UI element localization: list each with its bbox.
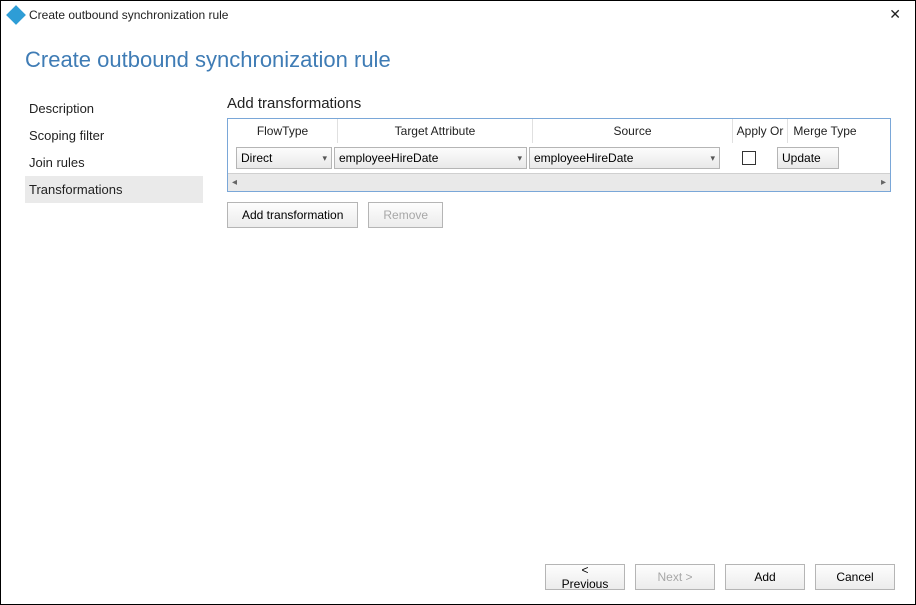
- source-dropdown[interactable]: employeeHireDate ▾: [529, 147, 720, 169]
- sidebar-item-transformations[interactable]: Transformations: [25, 176, 203, 203]
- cancel-button[interactable]: Cancel: [815, 564, 895, 590]
- window-title: Create outbound synchronization rule: [29, 8, 883, 22]
- flowtype-dropdown[interactable]: Direct ▾: [236, 147, 332, 169]
- chevron-down-icon: ▾: [517, 153, 522, 164]
- merge-type-dropdown[interactable]: Update: [777, 147, 839, 169]
- table-row[interactable]: Direct ▾ employeeHireDate ▾ employeeHire…: [228, 143, 890, 173]
- app-icon: [6, 5, 26, 25]
- page-title: Create outbound synchronization rule: [25, 47, 891, 73]
- scroll-left-icon[interactable]: ◂: [232, 177, 237, 188]
- sidebar-item-join-rules[interactable]: Join rules: [25, 149, 203, 176]
- sidebar: Description Scoping filter Join rules Tr…: [25, 95, 203, 228]
- section-title: Add transformations: [227, 95, 891, 112]
- chevron-down-icon: ▾: [710, 153, 715, 164]
- apply-once-cell: [722, 151, 775, 165]
- col-flowtype[interactable]: FlowType: [228, 119, 338, 143]
- add-transformation-button[interactable]: Add transformation: [227, 202, 358, 228]
- content: Create outbound synchronization rule Des…: [1, 29, 915, 228]
- previous-button[interactable]: < Previous: [545, 564, 625, 590]
- add-button[interactable]: Add: [725, 564, 805, 590]
- apply-once-checkbox[interactable]: [742, 151, 756, 165]
- sidebar-item-description[interactable]: Description: [25, 95, 203, 122]
- merge-type-value: Update: [782, 151, 821, 165]
- remove-button[interactable]: Remove: [368, 202, 443, 228]
- target-attribute-value: employeeHireDate: [339, 151, 515, 165]
- close-icon[interactable]: ✕: [883, 4, 907, 25]
- next-button[interactable]: Next >: [635, 564, 715, 590]
- col-merge-type[interactable]: Merge Type: [788, 119, 862, 143]
- col-apply-once[interactable]: Apply Or: [733, 119, 788, 143]
- transformations-table: FlowType Target Attribute Source Apply O…: [227, 118, 891, 192]
- titlebar: Create outbound synchronization rule ✕: [1, 1, 915, 29]
- col-target-attribute[interactable]: Target Attribute: [338, 119, 533, 143]
- wizard-footer: < Previous Next > Add Cancel: [545, 564, 895, 590]
- target-attribute-dropdown[interactable]: employeeHireDate ▾: [334, 147, 527, 169]
- flowtype-value: Direct: [241, 151, 320, 165]
- sidebar-item-scoping-filter[interactable]: Scoping filter: [25, 122, 203, 149]
- source-value: employeeHireDate: [534, 151, 708, 165]
- action-row: Add transformation Remove: [227, 202, 891, 228]
- chevron-down-icon: ▾: [322, 153, 327, 164]
- col-source[interactable]: Source: [533, 119, 733, 143]
- main-panel: Add transformations FlowType Target Attr…: [203, 95, 891, 228]
- table-header: FlowType Target Attribute Source Apply O…: [228, 119, 890, 143]
- scroll-right-icon[interactable]: ▸: [881, 177, 886, 188]
- horizontal-scrollbar[interactable]: ◂ ▸: [228, 173, 890, 191]
